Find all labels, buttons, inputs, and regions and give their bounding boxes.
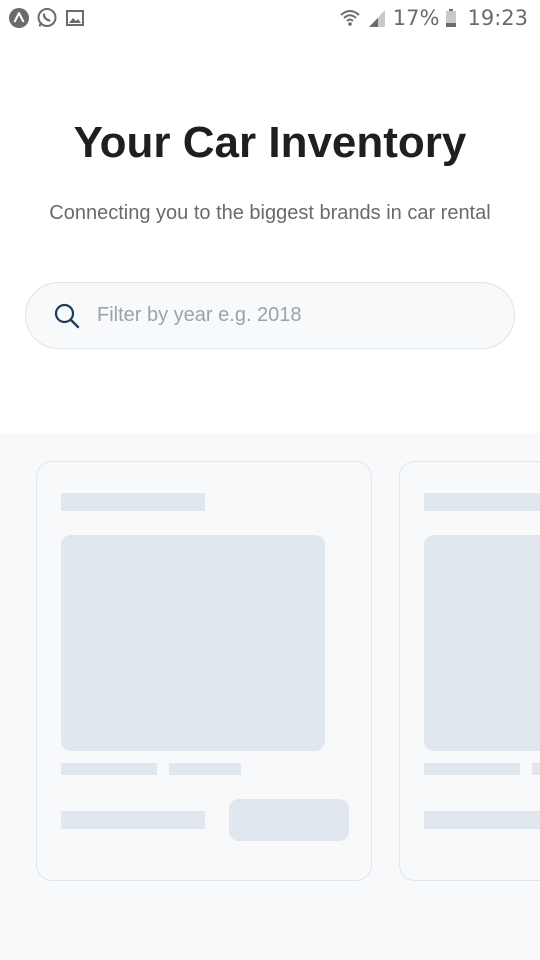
status-system: 17% 19:23: [339, 6, 528, 30]
whatsapp-icon: [36, 7, 58, 29]
skeleton-meta-line: [532, 763, 540, 775]
gallery-icon: [64, 7, 86, 29]
search-box[interactable]: [25, 282, 515, 349]
skeleton-price: [424, 811, 540, 829]
page-title: Your Car Inventory: [73, 118, 467, 167]
app-a-icon: [8, 7, 30, 29]
skeleton-title: [424, 493, 540, 511]
page-subtitle: Connecting you to the biggest brands in …: [49, 202, 491, 224]
skeleton-image: [61, 535, 325, 751]
search-input[interactable]: [95, 303, 479, 328]
cards-section[interactable]: [0, 433, 540, 960]
skeleton-meta-line: [61, 763, 157, 775]
skeleton-button: [229, 799, 349, 841]
signal-icon: [367, 7, 387, 29]
skeleton-meta-line: [424, 763, 520, 775]
skeleton-title: [61, 493, 205, 511]
battery-percent: 17%: [392, 6, 440, 30]
skeleton-meta-line: [169, 763, 241, 775]
battery-icon: [445, 7, 457, 29]
wifi-icon: [339, 7, 361, 29]
car-card-skeleton[interactable]: [36, 461, 372, 881]
status-notifications: [8, 7, 86, 29]
car-card-skeleton[interactable]: [399, 461, 540, 881]
clock: 19:23: [467, 6, 528, 30]
skeleton-image: [424, 535, 540, 751]
status-bar: 17% 19:23: [0, 0, 540, 36]
search-icon: [53, 302, 81, 330]
skeleton-price: [61, 811, 205, 829]
